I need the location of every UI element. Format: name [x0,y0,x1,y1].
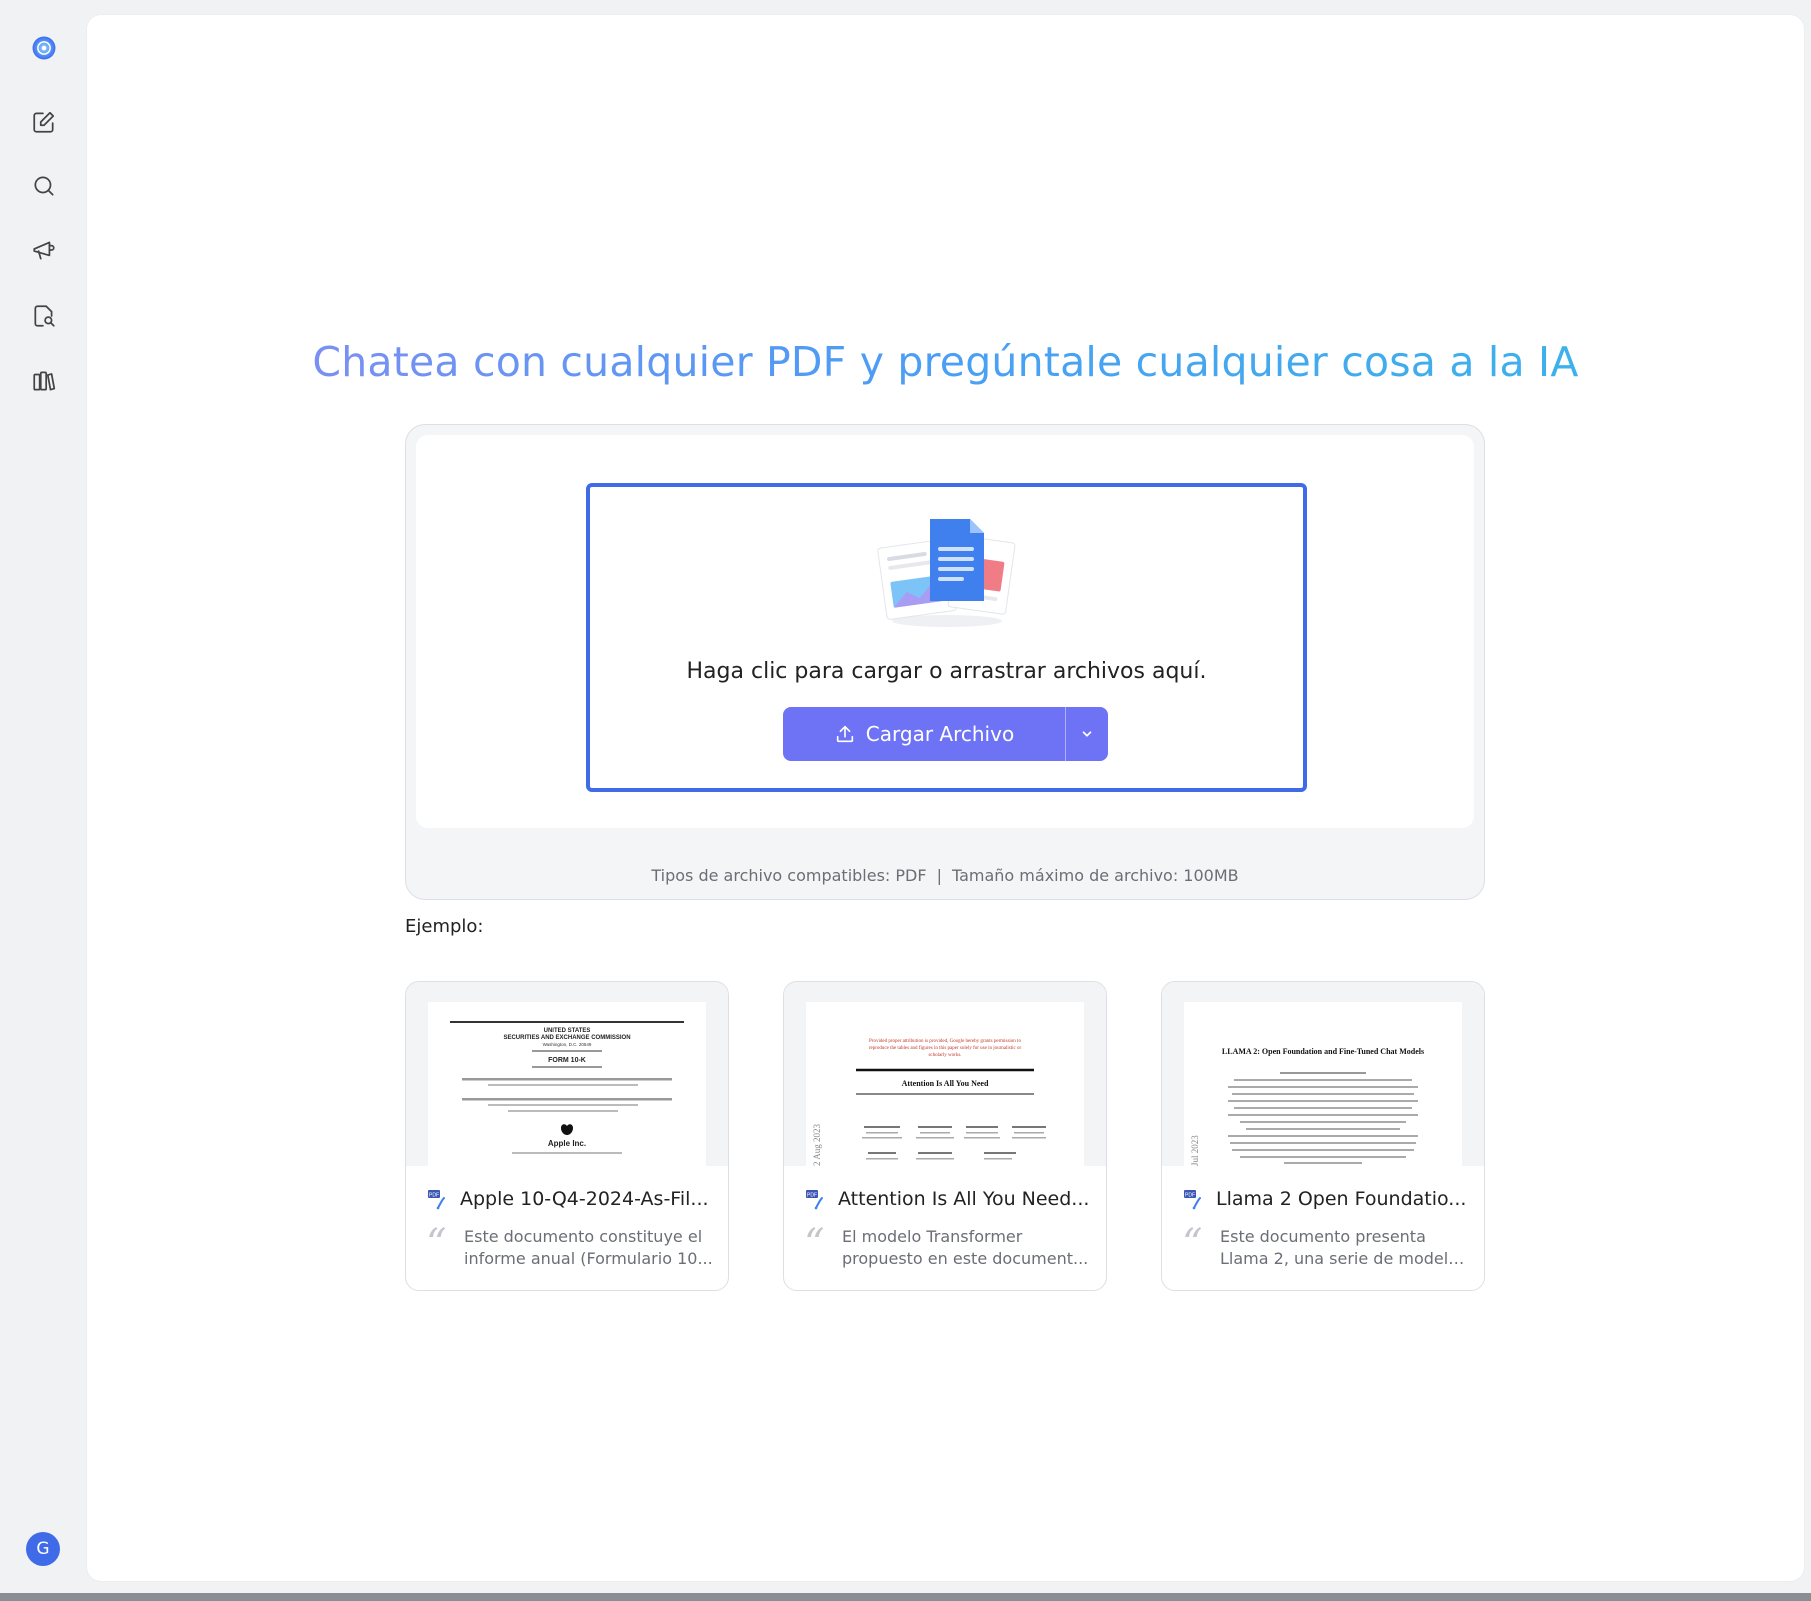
example-title: Llama 2 Open Foundatio... [1216,1188,1467,1210]
example-description: El modelo Transformer propuesto en este … [842,1226,1094,1270]
thumb-line: Apple Inc. [548,1139,586,1148]
pdf-page-preview: Provided proper attribution is provided,… [806,1002,1084,1166]
app-window: G Chatea con cualquier PDF y pregúntale … [0,0,1811,1601]
search-icon[interactable] [27,169,61,203]
svg-text:PDF: PDF [429,1192,439,1198]
thumb-line: LLAMA 2: Open Foundation and Fine-Tuned … [1222,1047,1424,1056]
pdf-page-preview: UNITED STATES SECURITIES AND EXCHANGE CO… [428,1002,706,1166]
document-search-icon[interactable] [27,299,61,333]
example-description: Este documento presenta Llama 2, una ser… [1220,1226,1472,1270]
thumb-line: Attention Is All You Need [902,1079,989,1088]
upload-inner: Haga clic para cargar o arrastrar archiv… [416,435,1474,828]
pdf-file-icon: PDF [806,1190,823,1210]
example-description: Este documento constituye el informe anu… [464,1226,716,1270]
example-description-row: “ El modelo Transformer propuesto en est… [804,1226,1094,1270]
drop-zone-prompt: Haga clic para cargar o arrastrar archiv… [686,659,1207,684]
desc-line: propuesto en este document... [842,1249,1089,1268]
example-description-row: “ Este documento presenta Llama 2, una s… [1182,1226,1472,1270]
desc-line: Llama 2, una serie de modelo... [1220,1249,1472,1268]
example-thumbnail: UNITED STATES SECURITIES AND EXCHANGE CO… [406,982,728,1166]
sidebar: G [0,0,87,1601]
svg-text:PDF: PDF [1185,1192,1195,1198]
pdf-file-icon: PDF [1184,1190,1201,1210]
megaphone-icon[interactable] [27,233,61,267]
thumb-line: SECURITIES AND EXCHANGE COMMISSION [503,1035,630,1041]
example-card-apple[interactable]: UNITED STATES SECURITIES AND EXCHANGE CO… [405,981,729,1291]
avatar-initial: G [36,1539,50,1559]
pdf-file-icon: PDF [428,1190,445,1210]
chevron-down-icon [1082,731,1092,737]
thumb-line: scholarly works. [928,1053,961,1058]
example-title: Apple 10-Q4-2024-As-Fil... [460,1188,709,1210]
svg-text:PDF: PDF [807,1192,817,1198]
thumb-line: UNITED STATES [544,1028,591,1034]
max-size-label: Tamaño máximo de archivo: 100MB [951,866,1239,885]
example-card-attention[interactable]: Provided proper attribution is provided,… [783,981,1107,1291]
example-title: Attention Is All You Need... [838,1188,1090,1210]
examples-heading: Ejemplo: [405,916,484,937]
library-icon[interactable] [27,364,61,398]
file-drop-zone[interactable]: Haga clic para cargar o arrastrar archiv… [586,483,1307,792]
app-logo-icon[interactable] [27,31,61,65]
upload-card: Haga clic para cargar o arrastrar archiv… [405,424,1485,900]
example-description-row: “ Este documento constituye el informe a… [426,1226,716,1270]
example-title-row: PDF Attention Is All You Need... [804,1188,1094,1210]
user-avatar[interactable]: G [26,1532,60,1566]
documents-illustration-icon [872,509,1022,629]
example-title-row: PDF Apple 10-Q4-2024-As-Fil... [426,1188,716,1210]
thumb-line: FORM 10-K [548,1057,586,1064]
example-thumbnail: LLAMA 2: Open Foundation and Fine-Tuned … [1162,982,1484,1166]
thumb-line: Provided proper attribution is provided,… [869,1039,1021,1044]
upload-button-label: Cargar Archivo [865,722,1015,746]
page-title: Chatea con cualquier PDF y pregúntale cu… [87,338,1804,386]
thumb-line: reproduce the tables and figures in this… [869,1046,1022,1051]
thumb-side-label: Jul 2023 [1190,1135,1200,1166]
main-panel: Chatea con cualquier PDF y pregúntale cu… [87,15,1804,1581]
desc-line: El modelo Transformer [842,1227,1023,1246]
example-thumbnail: Provided proper attribution is provided,… [784,982,1106,1166]
pdf-page-preview: LLAMA 2: Open Foundation and Fine-Tuned … [1184,1002,1462,1166]
upload-file-main[interactable]: Cargar Archivo [783,707,1065,761]
upload-options-dropdown[interactable] [1066,707,1108,761]
edit-icon[interactable] [27,105,61,139]
desc-line: Este documento presenta [1220,1227,1426,1246]
example-title-row: PDF Llama 2 Open Foundatio... [1182,1188,1472,1210]
window-bottom-edge [0,1593,1811,1601]
upload-constraints: Tipos de archivo compatibles: PDF | Tamaño… [406,866,1484,885]
info-separator: | [936,866,942,885]
thumb-side-label: 2 Aug 2023 [812,1123,822,1166]
thumb-line: Washington, D.C. 20549 [543,1042,592,1047]
file-types-label: Tipos de archivo compatibles: PDF [651,866,927,885]
quote-icon: “ [804,1226,825,1252]
desc-line: informe anual (Formulario 10... [464,1249,713,1268]
upload-file-button[interactable]: Cargar Archivo [783,707,1108,761]
desc-line: Este documento constituye el [464,1227,703,1246]
quote-icon: “ [1182,1226,1203,1252]
quote-icon: “ [426,1226,447,1252]
example-card-llama[interactable]: LLAMA 2: Open Foundation and Fine-Tuned … [1161,981,1485,1291]
upload-icon [836,725,853,743]
